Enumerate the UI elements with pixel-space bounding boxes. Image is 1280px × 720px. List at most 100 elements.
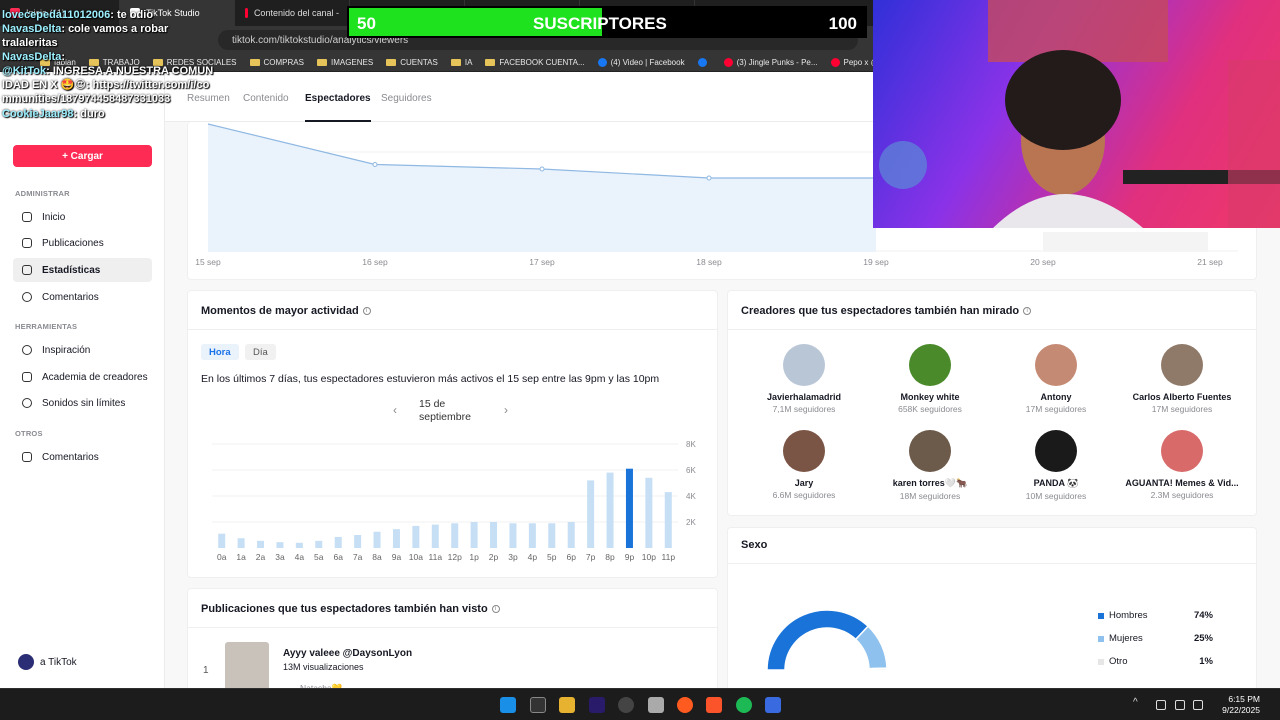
slice-hombres[interactable] bbox=[766, 609, 870, 671]
sidebar-item-comments-other[interactable]: Comentarios bbox=[13, 445, 152, 469]
avatar[interactable] bbox=[909, 344, 951, 386]
upload-button[interactable]: + Cargar bbox=[13, 145, 152, 167]
bookmark-item[interactable]: IA bbox=[450, 58, 473, 67]
volume-icon[interactable] bbox=[1193, 700, 1203, 710]
bookmark-item[interactable]: (3) Jingle Punks - Pe... bbox=[723, 58, 818, 67]
bookmark-item[interactable]: CUENTAS bbox=[386, 58, 438, 67]
bar-7p[interactable] bbox=[587, 480, 595, 548]
creator-item[interactable]: Antony 17M seguidores bbox=[993, 344, 1119, 414]
bookmark-item[interactable]: COMPRAS bbox=[249, 58, 304, 67]
avatar[interactable] bbox=[783, 430, 825, 472]
sidebar-item-inspiration[interactable]: Inspiración bbox=[13, 338, 152, 362]
x-tick-label: 3p bbox=[508, 552, 518, 562]
sidebar-item-comments[interactable]: Comentarios bbox=[13, 285, 152, 309]
microphone-icon[interactable] bbox=[1156, 700, 1166, 710]
bar-2a[interactable] bbox=[257, 540, 265, 548]
document-icon[interactable] bbox=[648, 697, 664, 713]
bar-3a[interactable] bbox=[276, 542, 284, 548]
creator-item[interactable]: Carlos Alberto Fuentes 17M seguidores bbox=[1119, 344, 1245, 414]
chat-username: CookieJaar98 bbox=[2, 107, 74, 120]
file-explorer-icon[interactable] bbox=[559, 697, 575, 713]
line-point[interactable] bbox=[706, 175, 712, 181]
bar-1a[interactable] bbox=[237, 538, 245, 548]
app-icon[interactable] bbox=[677, 697, 693, 713]
line-point[interactable] bbox=[539, 166, 545, 172]
toggle-hour[interactable]: Hora bbox=[201, 344, 239, 360]
post-title[interactable]: Ayyy valeee @DaysonLyon bbox=[283, 648, 412, 659]
bar-5a[interactable] bbox=[315, 540, 323, 548]
chat-message: lovecepeda11012006: te odio bbox=[2, 9, 154, 21]
bar-9p[interactable] bbox=[625, 468, 633, 548]
creator-item[interactable]: Monkey white 658K seguidores bbox=[867, 344, 993, 414]
bar-4a[interactable] bbox=[295, 542, 303, 548]
toggle-day[interactable]: Día bbox=[245, 344, 276, 360]
chat-message: CookieJaar98: duro bbox=[2, 107, 105, 120]
bar-5p[interactable] bbox=[548, 523, 556, 548]
bar-1p[interactable] bbox=[470, 522, 478, 548]
sidebar-item-sounds[interactable]: Sonidos sin límites bbox=[13, 391, 152, 415]
sidebar-item-academy[interactable]: Academia de creadores bbox=[13, 365, 152, 389]
epic-games-icon[interactable] bbox=[530, 697, 546, 713]
bar-10a[interactable] bbox=[412, 525, 420, 548]
bar-11a[interactable] bbox=[431, 524, 439, 548]
chevron-up-icon[interactable]: ^ bbox=[1133, 697, 1143, 708]
tab-content[interactable]: Contenido bbox=[243, 93, 289, 104]
creator-item[interactable]: Jary 6.6M seguidores bbox=[741, 430, 867, 500]
bar-9a[interactable] bbox=[392, 529, 400, 548]
chat-text: duro bbox=[80, 107, 105, 120]
bar-8p[interactable] bbox=[606, 472, 614, 548]
bar-8a[interactable] bbox=[373, 531, 381, 548]
avatar[interactable] bbox=[1035, 430, 1077, 472]
info-icon[interactable]: i bbox=[1023, 307, 1032, 315]
clock[interactable]: 6:15 PM 9/22/2025 bbox=[1222, 694, 1260, 716]
bar-0a[interactable] bbox=[218, 533, 226, 548]
creator-item[interactable]: PANDA 🐼 10M seguidores bbox=[993, 430, 1119, 501]
bar-10p[interactable] bbox=[645, 477, 653, 548]
bar-6a[interactable] bbox=[334, 536, 342, 548]
back-to-tiktok[interactable]: a TikTok bbox=[18, 654, 77, 670]
obs-icon[interactable] bbox=[618, 697, 634, 713]
bar-7a[interactable] bbox=[354, 535, 362, 548]
sidebar-item-posts[interactable]: Publicaciones bbox=[13, 231, 152, 255]
bar-11p[interactable] bbox=[664, 492, 672, 548]
sidebar-item-analytics[interactable]: Estadísticas bbox=[13, 258, 152, 282]
avatar[interactable] bbox=[1161, 430, 1203, 472]
bar-3p[interactable] bbox=[509, 523, 517, 548]
info-icon[interactable]: i bbox=[362, 307, 371, 315]
avatar[interactable] bbox=[783, 344, 825, 386]
bookmark-item[interactable]: Pepo x @kazu.oficia... bbox=[830, 58, 873, 67]
tab-followers[interactable]: Seguidores bbox=[381, 93, 432, 104]
creator-item[interactable]: Javierhalamadrid 7,1M seguidores bbox=[741, 344, 867, 414]
creator-item[interactable]: karen torres🤍🐂 18M seguidores bbox=[867, 430, 993, 501]
premiere-icon[interactable] bbox=[589, 697, 605, 713]
next-date-button[interactable]: › bbox=[504, 403, 508, 417]
prev-date-button[interactable]: ‹ bbox=[393, 403, 397, 417]
bookmark-label: COMPRAS bbox=[263, 58, 304, 67]
bookmark-item[interactable]: (4) Video | Facebook bbox=[597, 58, 685, 67]
bookmark-item[interactable] bbox=[697, 58, 711, 67]
start-icon[interactable] bbox=[500, 697, 516, 713]
bar-12p[interactable] bbox=[451, 523, 459, 548]
creator-item[interactable]: AGUANTA! Memes & Vid... 2.3M seguidores bbox=[1119, 430, 1245, 500]
avatar[interactable] bbox=[909, 430, 951, 472]
creator-name: PANDA 🐼 bbox=[1033, 478, 1079, 488]
info-icon[interactable]: i bbox=[491, 605, 500, 613]
spotify-icon[interactable] bbox=[736, 697, 752, 713]
bar-4p[interactable] bbox=[528, 523, 536, 548]
line-point[interactable] bbox=[372, 162, 378, 167]
legend-percent: 25% bbox=[1193, 633, 1213, 644]
avatar[interactable] bbox=[1161, 344, 1203, 386]
app-icon-2[interactable] bbox=[765, 697, 781, 713]
bar-2p[interactable] bbox=[490, 522, 498, 548]
avatar[interactable] bbox=[1035, 344, 1077, 386]
brave-browser-icon[interactable] bbox=[706, 697, 722, 713]
bar-6p[interactable] bbox=[567, 522, 575, 548]
bookmark-item[interactable]: FACEBOOK CUENTA... bbox=[485, 58, 585, 67]
sidebar-item-home[interactable]: Inicio bbox=[13, 205, 152, 229]
slice-otro[interactable] bbox=[868, 667, 888, 671]
browser-tab[interactable]: Contenido del canal - bbox=[235, 0, 350, 26]
bookmark-item[interactable]: IMAGENES bbox=[316, 58, 373, 67]
network-icon[interactable] bbox=[1175, 700, 1185, 710]
bookmark-label: IA bbox=[464, 58, 473, 67]
tab-viewers[interactable]: Espectadores bbox=[305, 93, 371, 122]
